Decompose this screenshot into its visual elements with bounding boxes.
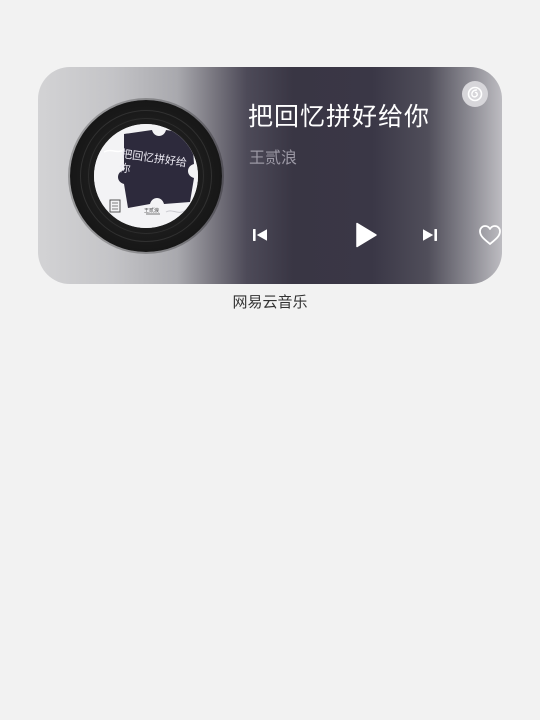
skip-next-icon xyxy=(423,229,437,241)
heart-icon xyxy=(479,225,501,245)
play-icon xyxy=(356,222,377,248)
netease-cloud-music-logo-icon[interactable] xyxy=(462,81,488,107)
play-button[interactable] xyxy=(347,217,383,253)
skip-previous-icon xyxy=(253,229,267,241)
like-button[interactable] xyxy=(476,217,502,253)
music-widget[interactable]: 把回忆拼好给你 王贰浪 把回忆拼好给你 王贰浪 xyxy=(38,67,502,284)
skip-next-button[interactable] xyxy=(418,217,442,253)
album-cover: 把回忆拼好给你 王贰浪 xyxy=(94,124,198,228)
vinyl-disc[interactable]: 把回忆拼好给你 王贰浪 xyxy=(70,100,222,252)
artist-name: 王贰浪 xyxy=(249,148,298,167)
widget-app-caption: 网易云音乐 xyxy=(232,293,308,311)
song-title: 把回忆拼好给你 xyxy=(248,102,431,131)
album-cover-artist: 王贰浪 xyxy=(144,208,160,214)
skip-previous-button[interactable] xyxy=(248,217,272,253)
playback-controls xyxy=(248,217,501,253)
